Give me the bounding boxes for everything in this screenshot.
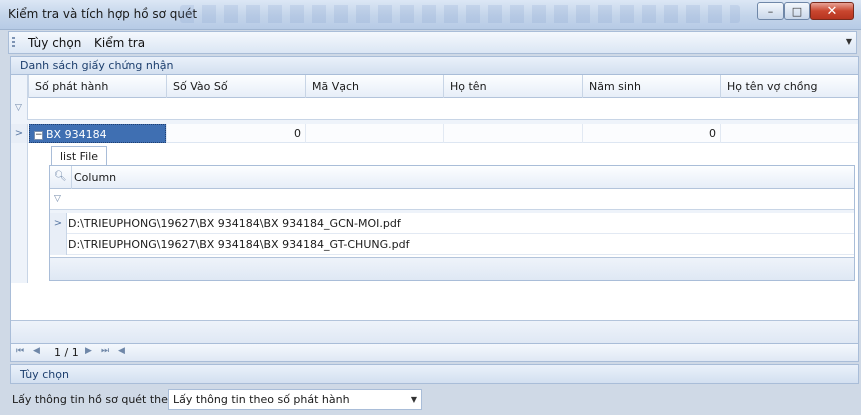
list-item[interactable]: > D:\TRIEUPHONG\19627\BX 934184\BX 93418…	[50, 213, 854, 234]
detail-area: list File 🔍︎ Column ▽ > D:\TRIEUPHONG\19…	[11, 143, 858, 283]
previous-page-icon[interactable]: ◀	[33, 346, 40, 356]
certificate-list-header: Danh sách giấy chứng nhận	[10, 56, 859, 74]
cell-ho-ten-vo-chong[interactable]	[720, 124, 858, 143]
column-header-so-vao-so[interactable]: Số Vào Số	[166, 75, 305, 98]
cell-so-phat-hanh[interactable]: − BX 934184	[29, 124, 166, 143]
header-indicator-cell	[11, 75, 28, 98]
menu-overflow-chevron-icon[interactable]: ▼	[846, 37, 852, 46]
cell-ho-ten[interactable]	[443, 124, 582, 143]
title-bar: Kiểm tra và tích hợp hồ sơ quét – □ ✕	[0, 0, 861, 30]
cell-so-vao-so[interactable]: 0	[166, 124, 305, 143]
file-grid-footer	[50, 257, 854, 280]
title-bar-ghost-toolbar	[180, 5, 740, 23]
file-path: D:\TRIEUPHONG\19627\BX 934184\BX 934184_…	[68, 217, 401, 230]
scroll-left-icon[interactable]: ◀	[118, 346, 125, 356]
column-header-so-phat-hanh[interactable]: Số phát hành	[28, 75, 166, 98]
filter-icon[interactable]: ▽	[54, 194, 61, 204]
column-header-ho-ten-vo-chong[interactable]: Họ tên vợ chồng	[720, 75, 858, 98]
file-list-grid: 🔍︎ Column ▽ > D:\TRIEUPHONG\19627\BX 934…	[49, 165, 855, 281]
detail-indent	[11, 143, 28, 283]
options-panel: Lấy thông tin hồ sơ quét theo: Lấy thông…	[10, 384, 859, 415]
tab-list-file[interactable]: list File	[51, 146, 108, 166]
menu-item-tuy-chon[interactable]: Tùy chọn	[28, 36, 81, 50]
grid-column-headers: Số phát hành Số Vào Số Mã Vạch Họ tên Nă…	[11, 75, 858, 98]
file-grid-header: 🔍︎ Column	[50, 166, 854, 189]
table-row[interactable]: > − BX 934184 0 0	[11, 124, 858, 143]
scan-source-select[interactable]: Lấy thông tin theo số phát hành ▼	[168, 389, 422, 410]
grid-footer	[11, 320, 858, 343]
app-window: Kiểm tra và tích hợp hồ sơ quét – □ ✕ Tù…	[0, 0, 861, 415]
file-path: D:\TRIEUPHONG\19627\BX 934184\BX 934184_…	[68, 238, 410, 251]
list-item[interactable]: D:\TRIEUPHONG\19627\BX 934184\BX 934184_…	[50, 234, 854, 255]
maximize-button[interactable]: □	[784, 2, 810, 20]
options-header: Tùy chọn	[10, 364, 859, 384]
close-button[interactable]: ✕	[810, 2, 854, 20]
cell-ma-vach[interactable]	[305, 124, 443, 143]
cell-nam-sinh[interactable]: 0	[582, 124, 720, 143]
column-header-column[interactable]: Column	[71, 166, 122, 189]
column-header-ho-ten[interactable]: Họ tên	[443, 75, 582, 98]
search-icon[interactable]: 🔍︎	[54, 171, 67, 182]
menu-item-kiem-tra[interactable]: Kiểm tra	[94, 36, 145, 50]
file-grid-filter-row[interactable]: ▽	[50, 189, 854, 210]
certificate-grid: Số phát hành Số Vào Số Mã Vạch Họ tên Nă…	[10, 74, 859, 344]
menu-grip-icon[interactable]	[12, 37, 15, 49]
cell-so-phat-hanh-text: BX 934184	[46, 128, 107, 141]
chevron-down-icon[interactable]: ▼	[411, 390, 417, 409]
next-page-icon[interactable]: ▶	[85, 346, 92, 356]
first-page-icon[interactable]: ⏮	[16, 346, 24, 356]
row-indicator-chevron-right-icon[interactable]: >	[11, 124, 28, 143]
column-header-nam-sinh[interactable]: Năm sinh	[582, 75, 720, 98]
row-indicator-chevron-right-icon[interactable]: >	[50, 213, 67, 234]
row-indicator[interactable]	[50, 234, 67, 255]
menu-bar: Tùy chọn Kiểm tra ▼	[8, 31, 857, 54]
window-title: Kiểm tra và tích hợp hồ sơ quét	[8, 7, 198, 21]
page-indicator: 1 / 1	[54, 346, 79, 359]
last-page-icon[interactable]: ⏭	[101, 346, 109, 356]
column-header-ma-vach[interactable]: Mã Vạch	[305, 75, 443, 98]
scan-source-selected-value: Lấy thông tin theo số phát hành	[173, 393, 350, 406]
scan-source-label: Lấy thông tin hồ sơ quét theo:	[12, 393, 179, 406]
grid-filter-row[interactable]: ▽	[11, 98, 858, 120]
minimize-button[interactable]: –	[757, 2, 784, 20]
filter-icon[interactable]: ▽	[15, 103, 22, 113]
record-navigator: ⏮ ◀ 1 / 1 ▶ ⏭ ◀	[10, 344, 859, 362]
collapse-minus-icon[interactable]: −	[34, 130, 43, 140]
